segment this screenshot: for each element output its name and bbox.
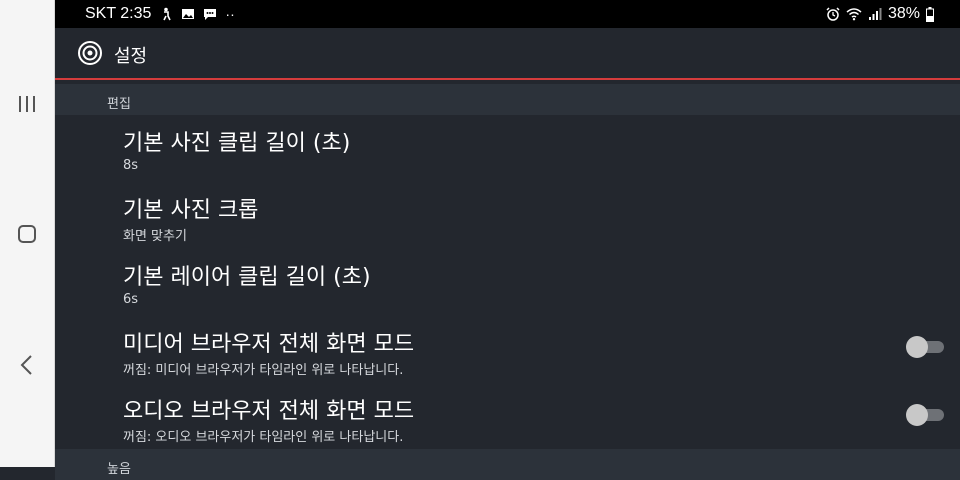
section-header-edit: 편집: [55, 84, 960, 115]
more-notifications-icon: ··: [225, 6, 235, 22]
setting-title: 기본 사진 크롭: [123, 198, 259, 223]
signal-icon: [868, 8, 882, 20]
recent-apps-icon: [19, 96, 35, 112]
gallery-icon: [182, 9, 195, 19]
setting-title: 기본 사진 클립 길이 (초): [123, 131, 351, 156]
setting-photo-crop[interactable]: 기본 사진 크롭 화면 맞추기: [55, 182, 960, 249]
setting-description: 꺼짐: 미디어 브라우저가 타임라인 위로 나타납니다.: [123, 363, 404, 378]
alarm-icon: [826, 7, 840, 21]
battery-percent: 38%: [887, 5, 920, 22]
audio-browser-fullscreen-toggle[interactable]: [906, 404, 944, 426]
setting-media-browser-fullscreen[interactable]: 미디어 브라우저 전체 화면 모드 꺼짐: 미디어 브라우저가 타임라인 위로 …: [55, 316, 960, 383]
wifi-icon: [846, 8, 862, 21]
section-header-label: 높음: [107, 462, 131, 477]
page-title: 설정: [114, 46, 148, 67]
media-browser-fullscreen-toggle[interactable]: [906, 336, 944, 358]
message-icon: [204, 9, 217, 20]
status-bar: SKT 2:35 ·· 38%: [55, 0, 960, 28]
toggle-thumb: [906, 336, 928, 358]
home-icon: [18, 225, 36, 243]
recent-apps-button[interactable]: [0, 84, 54, 124]
accessibility-icon: [163, 7, 172, 21]
section-header-high: 높음: [55, 449, 960, 480]
battery-icon: [926, 6, 934, 22]
back-button[interactable]: [0, 345, 54, 385]
setting-photo-clip-length[interactable]: 기본 사진 클립 길이 (초) 8s: [55, 115, 960, 182]
navigation-bar: [0, 0, 55, 467]
setting-layer-clip-length[interactable]: 기본 레이어 클립 길이 (초) 6s: [55, 249, 960, 316]
home-button[interactable]: [0, 214, 54, 254]
app-logo-icon[interactable]: [78, 41, 102, 65]
setting-title: 미디어 브라우저 전체 화면 모드: [123, 332, 415, 357]
settings-list: 편집 기본 사진 클립 길이 (초) 8s 기본 사진 크롭 화면 맞추기 기본…: [55, 80, 960, 480]
setting-description: 꺼짐: 오디오 브라우저가 타임라인 위로 나타납니다.: [123, 430, 404, 445]
setting-value: 8s: [123, 158, 139, 173]
setting-value: 6s: [123, 292, 139, 307]
setting-value: 화면 맞추기: [123, 229, 187, 244]
carrier-time: SKT 2:35: [85, 5, 152, 22]
setting-title: 오디오 브라우저 전체 화면 모드: [123, 399, 415, 424]
toggle-thumb: [906, 404, 928, 426]
section-header-label: 편집: [107, 97, 131, 112]
setting-title: 기본 레이어 클립 길이 (초): [123, 265, 371, 290]
back-icon: [20, 355, 32, 375]
setting-audio-browser-fullscreen[interactable]: 오디오 브라우저 전체 화면 모드 꺼짐: 오디오 브라우저가 타임라인 위로 …: [55, 383, 960, 450]
app-bar: 설정: [55, 28, 960, 78]
